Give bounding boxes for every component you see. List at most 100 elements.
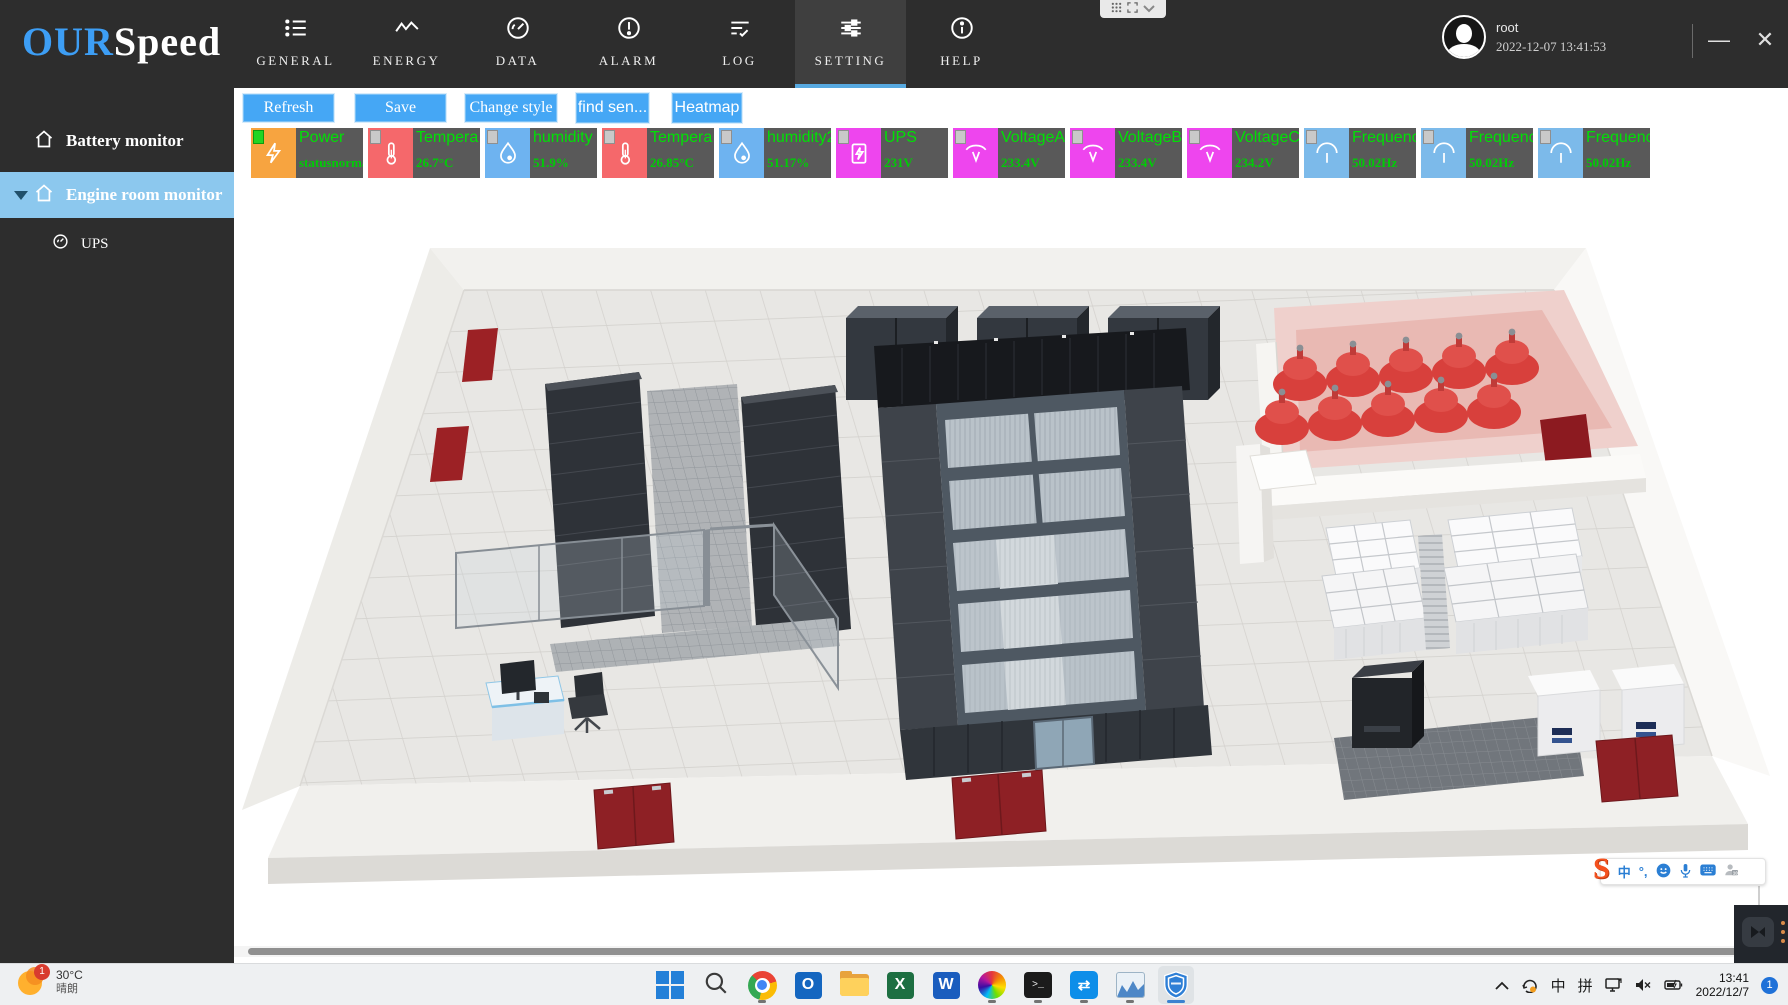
info-icon [949,0,975,46]
sogou-logo-icon[interactable]: S [1593,852,1610,886]
sensor-checkbox[interactable] [1189,130,1200,144]
tab-alarm[interactable]: ALARM [573,0,684,88]
taskbar-file-explorer[interactable] [836,966,872,1004]
tray-sync-icon[interactable] [1521,977,1539,993]
sensor-label: Frequenc [1352,129,1416,147]
taskbar-app-icons: O X W >_ ⇄ [652,966,1194,1004]
sensor-checkbox[interactable] [1072,130,1083,144]
ime-mode-chinese[interactable]: 中 [1618,862,1631,881]
tray-clock[interactable]: 13:41 2022/12/7 [1696,971,1749,999]
taskbar-photos[interactable] [974,966,1010,1004]
sensor-tile-frequency-a[interactable]: Frequenc50.02Hz [1304,128,1416,178]
sensor-checkbox[interactable] [955,130,966,144]
tab-general[interactable]: GENERAL [240,0,351,88]
sensor-checkbox[interactable] [253,130,264,144]
taskbar-excel[interactable]: X [882,966,918,1004]
taskbar-word[interactable]: W [928,966,964,1004]
sensor-tile-temperature2[interactable]: Tempera26.85°C [602,128,714,178]
scrollbar-thumb[interactable] [248,948,1780,955]
home-icon [34,129,54,154]
sidebar-item-label: Engine room monitor [66,185,222,205]
sidebar-item-battery-monitor[interactable]: Battery monitor [0,118,234,164]
sensor-tile-power[interactable]: Power statusnormal [251,128,363,178]
tray-ime-chinese[interactable]: 中 [1551,975,1566,996]
ime-user-icon[interactable]: 10 [1724,863,1738,880]
sensor-checkbox[interactable] [487,130,498,144]
close-button[interactable]: ✕ [1748,26,1782,54]
tab-setting[interactable]: SETTING [795,0,906,88]
tray-ime-pinyin[interactable]: 拼 [1578,975,1593,996]
taskbar-ourspeed-app[interactable] [1158,966,1194,1004]
tab-data[interactable]: DATA [462,0,573,88]
taskbar-search-button[interactable] [698,966,734,1004]
sensor-tile-frequency-c[interactable]: Frequenc50.02Hz [1538,128,1650,178]
change-style-button[interactable]: Change style [465,94,557,122]
screen-recorder-widget[interactable] [1734,905,1788,963]
pinwheel-icon [978,971,1006,999]
sogou-ime-toolbar[interactable]: S 中 °, 10 [1600,858,1766,885]
taskbar-teamviewer[interactable]: ⇄ [1066,966,1102,1004]
save-button[interactable]: Save [355,94,446,122]
sidebar-item-ups[interactable]: UPS [0,224,234,264]
keyboard-icon[interactable] [1700,864,1716,879]
sensor-checkbox[interactable] [1423,130,1434,144]
sensor-tile-voltage-b[interactable]: VoltageB233.4V [1070,128,1182,178]
sensor-tile-frequency-b[interactable]: Frequenc50.02Hz [1421,128,1533,178]
sensor-value: statusnormal [299,155,363,171]
tab-energy[interactable]: ENERGY [351,0,462,88]
chrome-icon [748,971,777,1000]
chevron-down-icon [1143,0,1155,18]
refresh-button[interactable]: Refresh [243,94,334,122]
taskbar-weather-widget[interactable]: 1 30°C 晴朗 [18,967,83,997]
folder-icon [840,974,869,996]
microphone-icon[interactable] [1679,863,1692,881]
taskbar-outlook[interactable]: O [790,966,826,1004]
sensor-checkbox[interactable] [721,130,732,144]
tray-volume-muted-icon[interactable] [1635,978,1652,992]
taskbar-performance-monitor[interactable] [1112,966,1148,1004]
sensor-checkbox[interactable] [838,130,849,144]
taskbar-terminal[interactable]: >_ [1020,966,1056,1004]
tray-chevron-up-icon[interactable] [1495,981,1509,990]
heatmap-button[interactable]: Heatmap [672,93,742,123]
sensor-checkbox[interactable] [604,130,615,144]
ime-punctuation[interactable]: °, [1639,864,1648,879]
tray-battery-icon[interactable] [1664,979,1684,991]
horizontal-scrollbar[interactable] [234,946,1788,957]
minimize-button[interactable]: — [1702,26,1736,54]
sensor-value: 233.4V [1118,155,1182,171]
sensor-checkbox[interactable] [370,130,381,144]
sidebar-item-engine-room-monitor[interactable]: Engine room monitor [0,172,234,218]
sensor-tile-ups[interactable]: UPS231V [836,128,948,178]
sensor-tile-humidity2[interactable]: humidity251.17% [719,128,831,178]
sensor-label: Power [299,129,363,147]
sensor-label: Tempera [416,129,480,147]
frequency-gauge-icon [1538,128,1583,178]
sensor-tile-temperature1[interactable]: Tempera26.7°C [368,128,480,178]
username: root [1496,20,1606,35]
sensor-value: 26.85°C [650,155,714,171]
emoji-icon[interactable] [1656,863,1671,881]
screen-capture-mini-toolbar[interactable] [1100,0,1166,18]
sensor-checkbox[interactable] [1306,130,1317,144]
sensor-tile-humidity1[interactable]: humidity51.9% [485,128,597,178]
widget-menu-dots[interactable] [1781,921,1785,943]
tray-cast-display-icon[interactable] [1605,978,1623,993]
tab-log[interactable]: LOG [684,0,795,88]
machine-room-3d-view[interactable] [234,178,1788,950]
find-sensor-button[interactable]: find sen... [576,93,649,123]
taskbar-chrome[interactable] [744,966,780,1004]
tab-help[interactable]: HELP [906,0,1017,88]
sensor-tile-voltage-a[interactable]: VoltageA233.4V [953,128,1065,178]
sensor-checkbox[interactable] [1540,130,1551,144]
logo-text-speed: Speed [114,19,221,64]
user-account-area[interactable]: root 2022-12-07 13:41:53 [1442,15,1606,59]
word-icon: W [933,972,960,999]
start-button[interactable] [652,966,688,1004]
ups-gauge-icon [52,233,69,255]
frequency-gauge-icon [1421,128,1466,178]
sensor-tile-voltage-c[interactable]: VoltageC234.2V [1187,128,1299,178]
notification-badge[interactable]: 1 [1761,977,1778,994]
grid-dots-icon [1111,0,1122,18]
outlook-icon: O [795,972,822,999]
